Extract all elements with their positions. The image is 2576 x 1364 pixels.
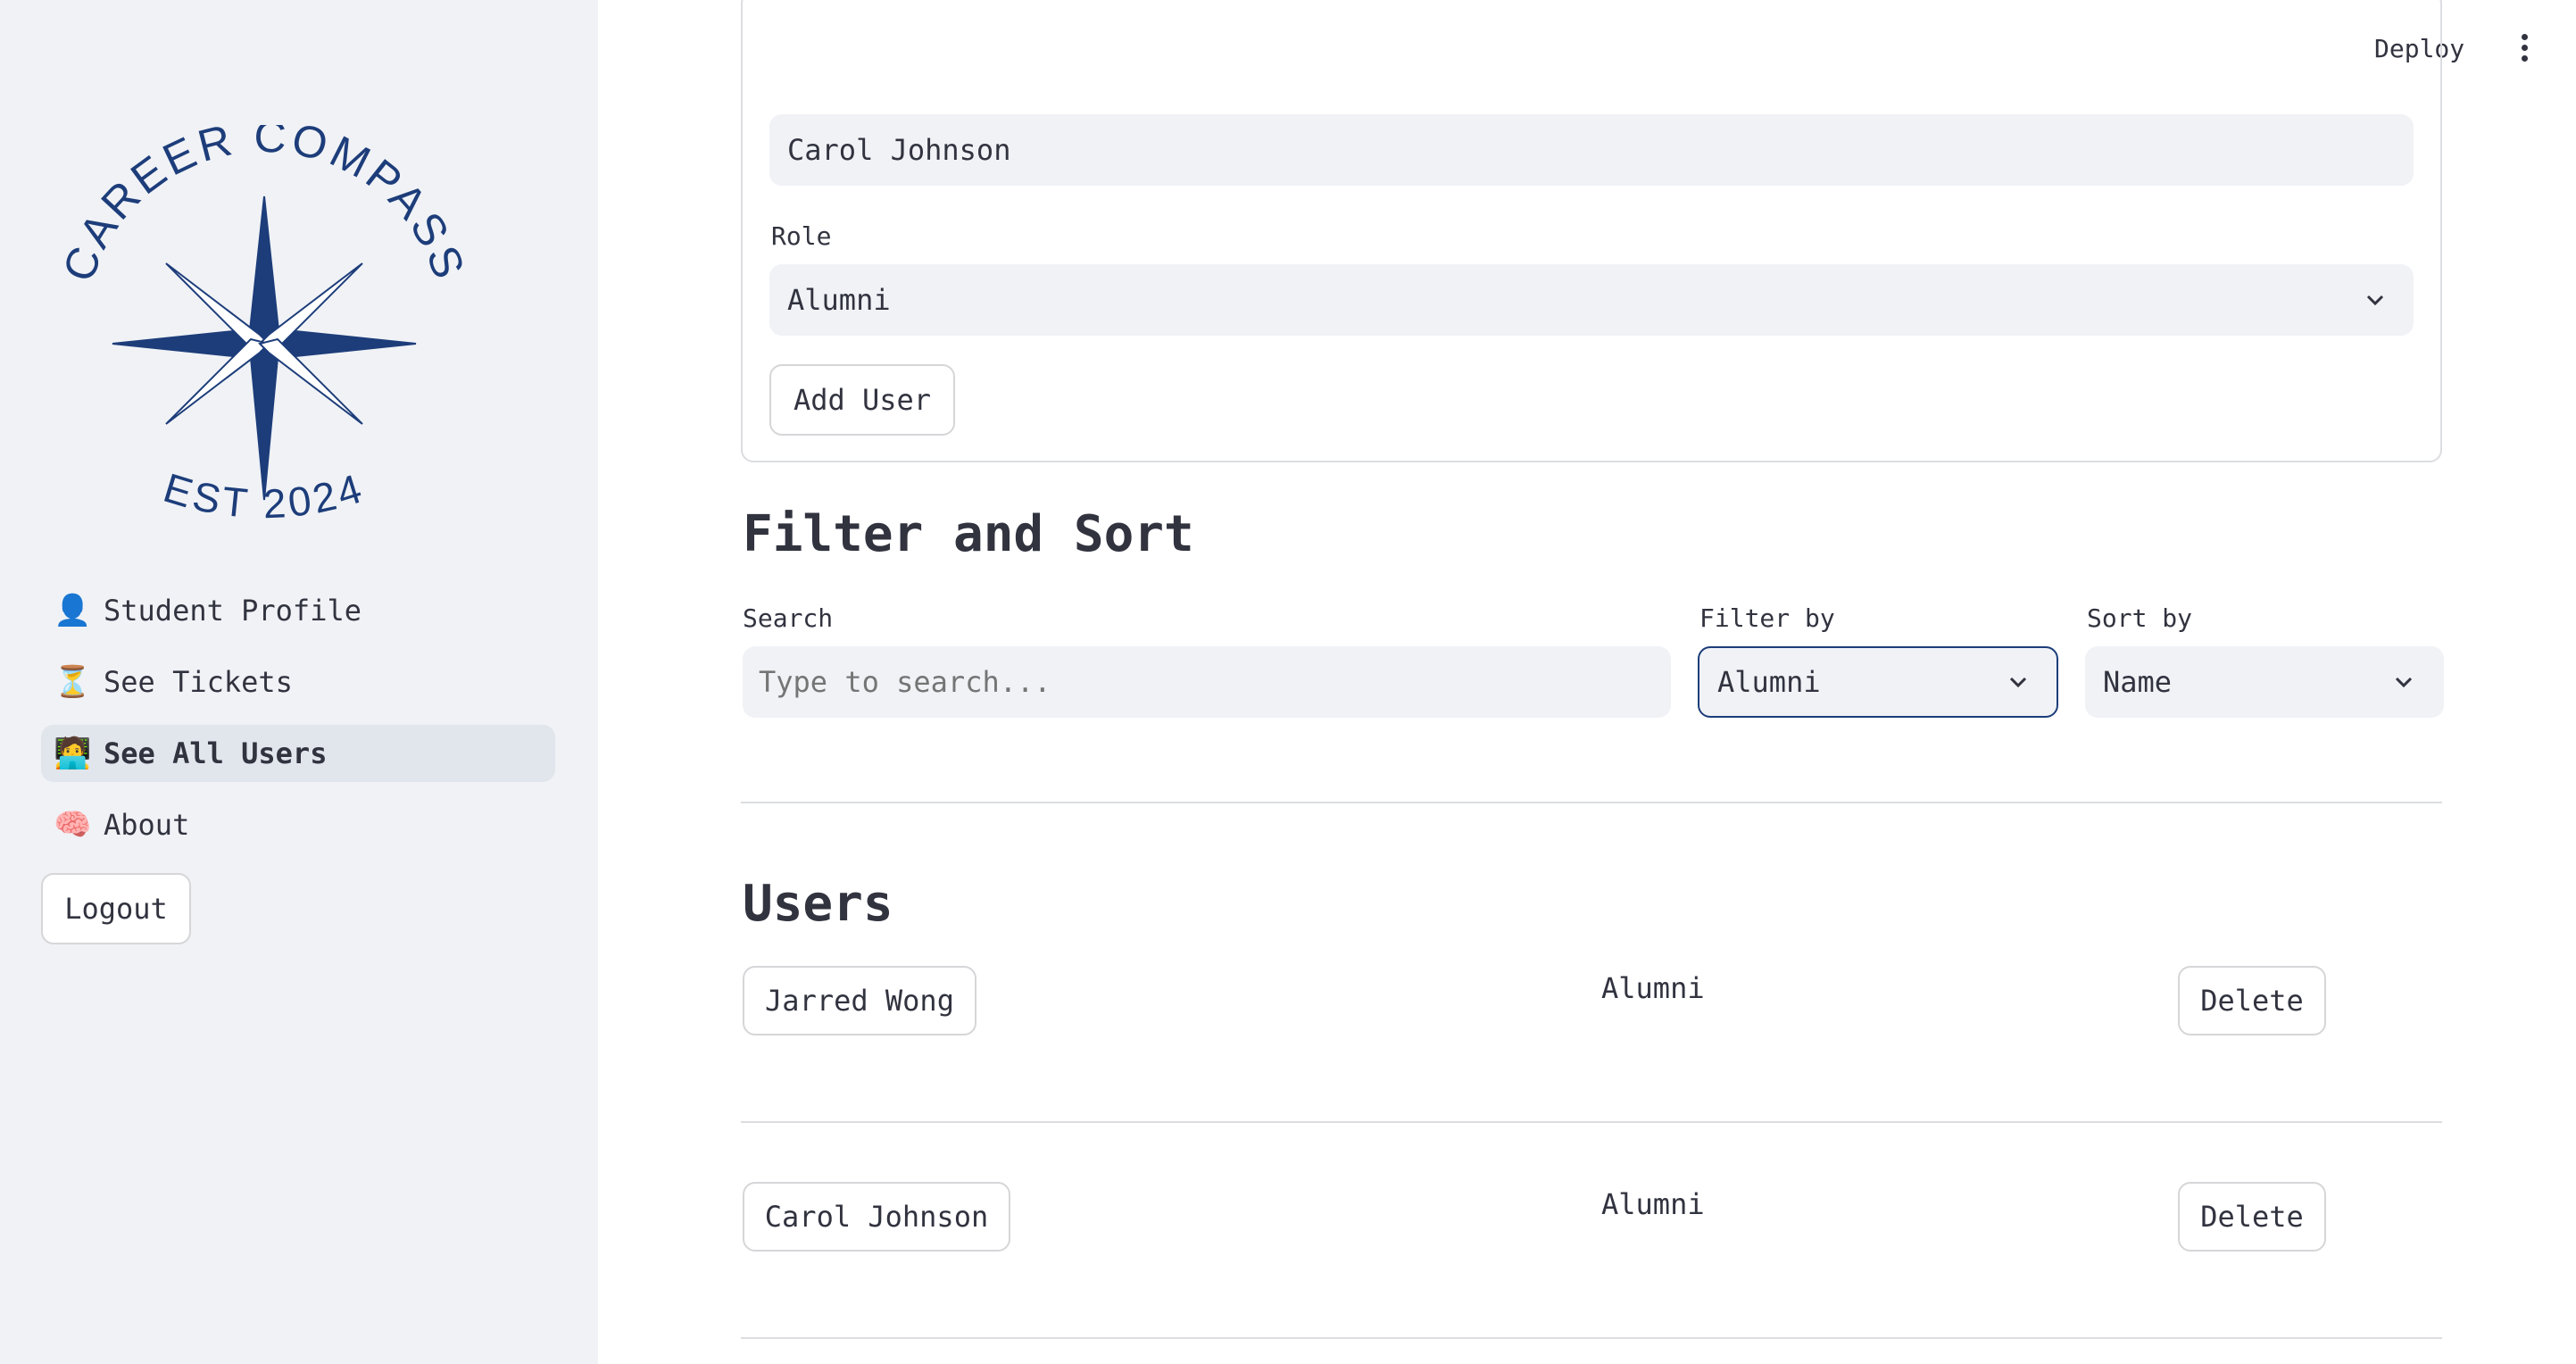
- role-label: Role: [771, 221, 832, 251]
- role-select-value: Alumni: [787, 283, 891, 317]
- person-icon: 👤: [54, 593, 92, 628]
- more-menu-icon[interactable]: [2517, 34, 2531, 66]
- add-user-button[interactable]: Add User: [769, 364, 955, 436]
- divider: [741, 802, 2442, 803]
- logout-button[interactable]: Logout: [41, 873, 191, 944]
- brain-icon: 🧠: [54, 807, 92, 843]
- chevron-down-icon: [2395, 677, 2413, 688]
- users-heading: Users: [743, 875, 893, 933]
- sidebar-item-label: See Tickets: [104, 665, 293, 699]
- sidebar-item-about[interactable]: 🧠 About: [41, 796, 555, 853]
- filter-by-label: Filter by: [1699, 603, 1835, 633]
- sidebar-item-label: Student Profile: [104, 594, 361, 628]
- sort-by-label: Sort by: [2087, 603, 2193, 633]
- hourglass-icon: ⏳: [54, 664, 92, 700]
- technologist-icon: 🧑‍💻: [54, 736, 92, 771]
- divider: [741, 1121, 2442, 1123]
- chevron-down-icon: [2366, 295, 2384, 306]
- sidebar-item-student-profile[interactable]: 👤 Student Profile: [41, 582, 555, 639]
- user-role: Alumni: [1601, 971, 1705, 1005]
- search-input[interactable]: [743, 646, 1671, 718]
- sidebar: CAREER COMPASS EST 2024 👤 Student Profil…: [0, 0, 598, 1364]
- user-name-button[interactable]: Carol Johnson: [743, 1182, 1010, 1252]
- sidebar-item-label: See All Users: [104, 736, 328, 770]
- sort-by-value: Name: [2103, 665, 2173, 699]
- user-name-button[interactable]: Jarred Wong: [743, 966, 976, 1035]
- filter-sort-heading: Filter and Sort: [743, 505, 1194, 563]
- search-label: Search: [743, 603, 834, 633]
- divider: [741, 1337, 2442, 1339]
- name-field[interactable]: Carol Johnson: [769, 114, 2414, 186]
- add-user-form: [741, 0, 2442, 462]
- sort-by-select[interactable]: Name: [2085, 646, 2444, 718]
- filter-by-value: Alumni: [1717, 665, 1821, 699]
- sidebar-item-see-tickets[interactable]: ⏳ See Tickets: [41, 653, 555, 711]
- chevron-down-icon: [2009, 677, 2027, 688]
- career-compass-logo: CAREER COMPASS EST 2024: [59, 125, 469, 527]
- filter-by-select[interactable]: Alumni: [1698, 646, 2058, 718]
- user-role: Alumni: [1601, 1187, 1705, 1221]
- delete-button[interactable]: Delete: [2178, 966, 2326, 1035]
- delete-button[interactable]: Delete: [2178, 1182, 2326, 1252]
- sidebar-item-label: About: [104, 808, 190, 842]
- sidebar-item-see-all-users[interactable]: 🧑‍💻 See All Users: [41, 725, 555, 782]
- role-select[interactable]: Alumni: [769, 264, 2414, 336]
